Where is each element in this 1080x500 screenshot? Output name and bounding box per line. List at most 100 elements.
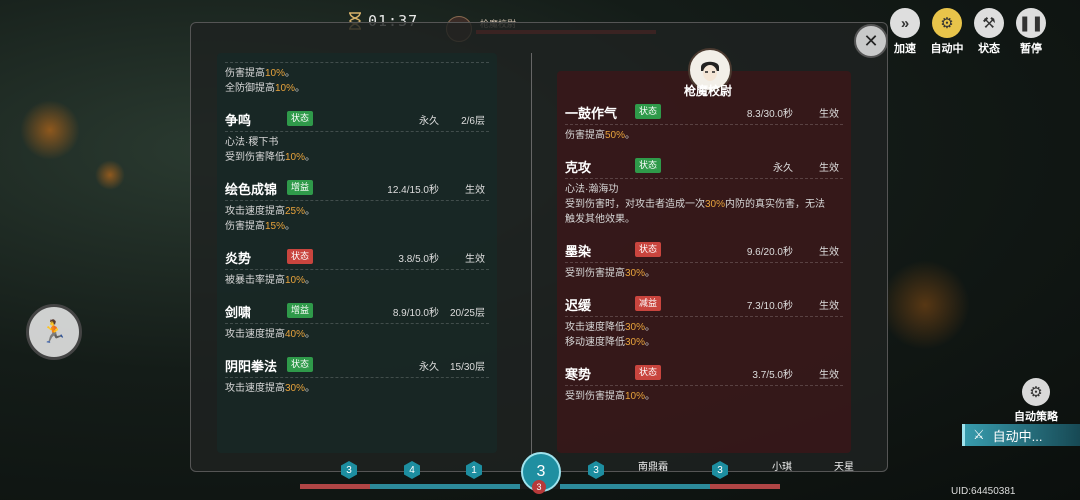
buff-separator [565,385,843,386]
buff-layers: 生效 [819,109,839,120]
buff-duration: 9.6/20.0秒 [746,247,793,258]
buff-name: 剑啸 [225,305,252,320]
user-id: UID:64450381 [951,486,1016,497]
running-figure-icon: 🏃 [40,319,68,344]
buff-type-tag: 状态 [635,365,662,380]
panel-divider [531,53,532,473]
buff-duration: 8.3/30.0秒 [746,109,793,120]
buff-entry: 一鼓作气 状态 8.3/30.0秒 生效伤害提高50%。 [557,101,851,143]
buff-description-line: 受到伤害提高10%。 [565,391,656,402]
buff-name: 一鼓作气 [565,106,618,121]
boss-title: 枪魔校尉 [683,84,732,98]
buff-type-tag: 状态 [287,111,314,126]
auto-mode-banner[interactable]: ⚔ 自动中... [962,424,1080,446]
swords-icon: ⚔ [973,427,985,442]
buff-description-line: 全防御提高10%。 [225,83,306,94]
buff-name: 墨染 [565,244,592,259]
buff-type-tag: 状态 [635,242,662,257]
status-button[interactable]: ⚒ 状态 [968,8,1010,56]
buff-layers: 15/30层 [449,362,485,373]
gear-icon: ⚙ [1022,378,1050,406]
boss-face-icon [701,61,719,81]
buff-description-line: 触发其他效果。 [565,214,635,225]
buff-layers: 20/25层 [449,308,485,319]
buff-entry: 炎势 状态 3.8/5.0秒 生效 被暴击率提高10%。 [217,246,497,288]
buff-description-line: 攻击速度提高40%。 [225,329,316,340]
buff-entry: 墨染 状态 9.6/20.0秒 生效受到伤害提高30%。 [557,239,851,281]
buff-type-tag: 状态 [287,357,314,372]
buff-name: 寒势 [565,367,592,382]
buff-duration: 7.3/10.0秒 [746,301,793,312]
team-member-label[interactable]: 南鼎霜 [638,458,668,473]
buff-entry: 克攻 状态 永久 生效心法·瀚海功受到伤害时，对攻击者造成一次30%内防的真实伤害，无… [557,155,851,227]
hammer-icon: ⚒ [974,8,1004,38]
pause-button[interactable]: ❚❚ 暂停 [1010,8,1052,56]
speed-button[interactable]: » 加速 [884,8,926,56]
buff-type-tag: 状态 [635,104,662,119]
player-buff-list[interactable]: 伤害提高10%。 全防御提高10%。 争鸣 状态 永久 2/6层 心法·稷下书 受到伤害降低1… [217,53,497,453]
buff-name: 克攻 [565,160,592,175]
buff-type-tag: 状态 [287,249,314,264]
buff-name: 绘色成锦 [225,182,278,197]
buff-description-line: 伤害提高50%。 [565,130,636,141]
boss-buff-list[interactable]: 一鼓作气 状态 8.3/30.0秒 生效 伤害提高50%。 克攻 状态 永久 生效 心法·瀚海功受… [557,71,851,453]
buff-description-line: 伤害提高10%。 [225,68,296,79]
buff-entry: 寒势 状态 3.7/5.0秒 生效 受到伤害提高10%。 [557,362,851,404]
buff-description-line: 受到伤害提高30%。 [565,268,656,279]
buff-layers: 生效 [819,247,839,258]
buff-intro: 伤害提高10%。 全防御提高10%。 [217,53,497,96]
buff-description-line: 攻击速度提高25%。 [225,206,316,217]
buff-description-line: 心法·瀚海功 [565,184,619,195]
gears-icon: ⚙ [932,8,962,38]
buff-entry: 绘色成锦 增益 12.4/15.0秒 生效 攻击速度提高25%。 伤害提高15%。 [217,177,497,234]
buff-layers: 生效 [465,254,485,265]
buff-type-tag: 增益 [287,180,314,195]
buff-description-line: 移动速度降低30%。 [565,337,656,348]
buff-name: 争鸣 [225,113,252,128]
buff-separator [565,316,843,317]
buff-duration: 永久 [773,163,793,174]
buff-name: 炎势 [225,251,252,266]
buff-type-tag: 状态 [635,158,662,173]
buff-separator [225,323,489,324]
buff-entry: 剑啸 增益 8.9/10.0秒 20/25层攻击速度提高40%。 [217,300,497,342]
auto-button[interactable]: ⚙ 自动中 [926,8,968,56]
buff-entry: 阴阳拳法 状态 永久 15/30层攻击速度提高30%。 [217,354,497,396]
buff-description-line: 攻击速度提高30%。 [225,383,316,394]
close-panel-button[interactable]: ✕ [854,24,888,58]
buff-description-line: 受到伤害降低10%。 [225,152,316,163]
buff-entry: 争鸣 状态 永久 2/6层心法·稷下书受到伤害降低10%。 [217,108,497,165]
buff-duration: 永久 [419,362,439,373]
buff-description-line: 心法·稷下书 [225,137,279,148]
buff-type-tag: 增益 [287,303,314,318]
buff-separator [225,200,489,201]
team-member-label[interactable]: 天星 [834,458,854,473]
buff-separator [565,178,843,179]
buff-type-tag: 减益 [635,296,662,311]
buff-separator [225,131,489,132]
buff-duration: 永久 [419,116,439,127]
pause-icon: ❚❚ [1016,8,1046,38]
auto-strategy-button[interactable]: ⚙ 自动策略 [1010,378,1062,424]
buff-separator [225,269,489,270]
buff-layers: 生效 [465,185,485,196]
buff-separator [565,262,843,263]
dodge-skill-button[interactable]: 🏃 [26,304,82,360]
buff-layers: 生效 [819,301,839,312]
team-member-label[interactable]: 小琪 [772,458,792,473]
buff-description-line: 受到伤害时，对攻击者造成一次30%内防的真实伤害，无法 [565,199,826,210]
fast-forward-icon: » [890,8,920,38]
buff-entry: 迟缓 减益 7.3/10.0秒 生效 攻击速度降低30%。 移动速度降低30%。 [557,293,851,350]
center-energy-sub: 3 [532,480,546,494]
buff-layers: 2/6层 [461,116,485,127]
buff-name: 迟缓 [565,298,592,313]
buff-layers: 生效 [819,370,839,381]
buff-separator [225,62,489,63]
buff-description-line: 伤害提高15%。 [225,221,296,232]
buff-layers: 生效 [819,163,839,174]
buff-duration: 3.8/5.0秒 [398,254,439,265]
buff-name: 阴阳拳法 [225,359,278,374]
status-panel: 伤害提高10%。 全防御提高10%。 争鸣 状态 永久 2/6层 心法·稷下书 受到伤害降低1… [190,22,888,473]
buff-duration: 8.9/10.0秒 [392,308,439,319]
buff-separator [225,377,489,378]
